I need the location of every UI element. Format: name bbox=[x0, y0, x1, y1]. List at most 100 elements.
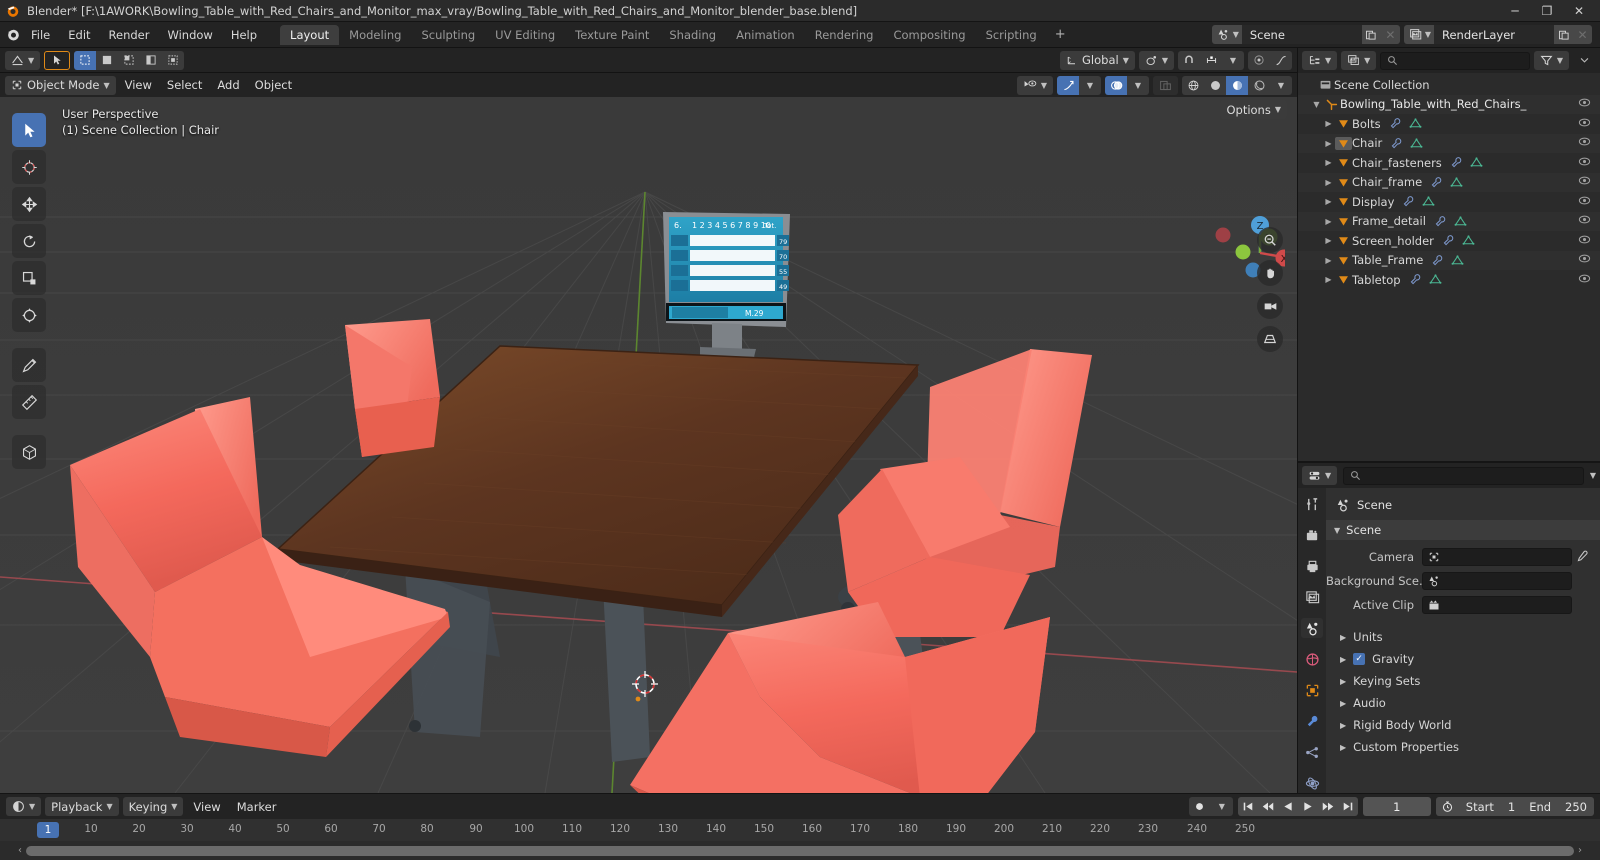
outliner-search-input[interactable] bbox=[1380, 51, 1530, 70]
close-button[interactable]: ✕ bbox=[1564, 1, 1594, 21]
current-frame-field[interactable]: 1 bbox=[1362, 797, 1431, 816]
outliner-row-screen-holder[interactable]: ▶ Screen_holder bbox=[1298, 231, 1600, 251]
tab-animation[interactable]: Animation bbox=[726, 25, 805, 45]
transform-orientation-button[interactable]: Global ▼ bbox=[1060, 50, 1135, 70]
zoom-icon[interactable] bbox=[1257, 227, 1283, 253]
tab-scene[interactable] bbox=[1301, 618, 1323, 638]
viewport-menu-add[interactable]: Add bbox=[211, 76, 245, 95]
expand-icon[interactable]: ▶ bbox=[1322, 217, 1335, 226]
scroll-left-icon[interactable]: ‹ bbox=[14, 845, 26, 856]
playhead[interactable]: 1 bbox=[37, 822, 59, 838]
rendered-shading-icon[interactable] bbox=[1248, 75, 1270, 95]
active-clip-field[interactable] bbox=[1422, 595, 1572, 614]
proportional-edit-icon[interactable] bbox=[1248, 50, 1270, 70]
shading-mode-group[interactable]: ▼ bbox=[1182, 75, 1292, 95]
gizmo-icon[interactable] bbox=[1057, 75, 1079, 95]
visibility-eye-icon[interactable] bbox=[1578, 253, 1591, 267]
start-frame-field[interactable]: Start 1 bbox=[1458, 797, 1523, 816]
jump-to-start-button[interactable] bbox=[1237, 797, 1258, 816]
expand-icon[interactable]: ▶ bbox=[1322, 139, 1335, 148]
tab-object[interactable] bbox=[1301, 680, 1323, 700]
chevron-down-icon[interactable]: ▼ bbox=[1127, 75, 1149, 95]
tab-world[interactable] bbox=[1301, 649, 1323, 669]
outliner-row-root-object[interactable]: ▼ Bowling_Table_with_Red_Chairs_ bbox=[1298, 94, 1600, 114]
tool-measure[interactable] bbox=[12, 385, 46, 419]
jump-to-end-button[interactable] bbox=[1337, 797, 1358, 816]
eyedropper-icon[interactable] bbox=[1572, 550, 1592, 563]
viewport-menu-object[interactable]: Object bbox=[249, 76, 298, 95]
accordion-audio[interactable]: ▶ Audio bbox=[1326, 692, 1600, 714]
wireframe-shading-icon[interactable] bbox=[1182, 75, 1204, 95]
tool-scale[interactable] bbox=[12, 261, 46, 295]
menu-window[interactable]: Window bbox=[158, 22, 221, 47]
visibility-button[interactable]: ▼ bbox=[1016, 75, 1053, 95]
collapse-icon[interactable]: ▼ bbox=[1310, 100, 1323, 109]
snapping-group[interactable]: ▼ bbox=[1178, 50, 1244, 70]
expand-icon[interactable]: ▶ bbox=[1322, 197, 1335, 206]
toggle-perspective-icon[interactable] bbox=[1257, 326, 1283, 352]
new-viewlayer-button[interactable] bbox=[1554, 25, 1573, 44]
chevron-down-icon[interactable]: ▼ bbox=[1079, 75, 1101, 95]
properties-editor-type-button[interactable]: ▼ bbox=[1302, 466, 1338, 485]
timeline-scrollbar[interactable] bbox=[26, 845, 1574, 856]
timeline-menu-marker[interactable]: Marker bbox=[231, 797, 283, 816]
falloff-curve-icon[interactable] bbox=[1270, 50, 1292, 70]
use-preview-range-button[interactable] bbox=[1435, 797, 1459, 816]
scene-selector[interactable]: ▼ Scene ✕ bbox=[1211, 25, 1400, 44]
gizmo-group[interactable]: ▼ bbox=[1057, 75, 1101, 95]
pan-hand-icon[interactable] bbox=[1257, 260, 1283, 286]
select-mode-group[interactable] bbox=[74, 50, 185, 70]
cursor-tool-button[interactable] bbox=[44, 50, 71, 70]
outliner-row-chair[interactable]: ▶ Chair bbox=[1298, 133, 1600, 153]
overlays-group[interactable]: ▼ bbox=[1105, 75, 1149, 95]
chevron-down-icon[interactable]: ▼ bbox=[1270, 75, 1292, 95]
add-workspace-button[interactable]: + bbox=[1047, 27, 1074, 42]
end-frame-field[interactable]: End 250 bbox=[1522, 797, 1594, 816]
outliner-row-tabletop[interactable]: ▶ Tabletop bbox=[1298, 270, 1600, 290]
background-scene-field[interactable] bbox=[1422, 571, 1572, 590]
accordion-custom-properties[interactable]: ▶ Custom Properties bbox=[1326, 736, 1600, 758]
visibility-eye-icon[interactable] bbox=[1578, 214, 1591, 228]
next-keyframe-button[interactable] bbox=[1317, 797, 1338, 816]
scroll-right-icon[interactable]: › bbox=[1574, 845, 1586, 856]
tab-render[interactable] bbox=[1301, 525, 1323, 545]
select-set-icon[interactable] bbox=[74, 50, 97, 70]
solid-shading-icon[interactable] bbox=[1204, 75, 1226, 95]
visibility-eye-icon[interactable] bbox=[1578, 273, 1591, 287]
outliner-row-display[interactable]: ▶ Display bbox=[1298, 192, 1600, 212]
outliner-row-bolts[interactable]: ▶ Bolts bbox=[1298, 114, 1600, 134]
expand-icon[interactable]: ▶ bbox=[1322, 158, 1335, 167]
overlays-icon[interactable] bbox=[1105, 75, 1127, 95]
3d-viewport[interactable]: 6. 1 2 3 4 5 6 7 8 9 10 Tot. 79 70 55 49 M… bbox=[0, 97, 1297, 793]
tool-move[interactable] bbox=[12, 187, 46, 221]
maximize-button[interactable]: ❐ bbox=[1532, 1, 1562, 21]
timeline-ruler[interactable]: 1 10 20 30 40 50 60 70 80 90 100 110 120… bbox=[0, 819, 1600, 841]
viewport-menu-view[interactable]: View bbox=[119, 76, 158, 95]
chevron-down-icon[interactable]: ▼ bbox=[1210, 797, 1233, 816]
record-icon[interactable] bbox=[1188, 797, 1211, 816]
tab-layout[interactable]: Layout bbox=[280, 24, 340, 45]
expand-icon[interactable]: ▶ bbox=[1322, 178, 1335, 187]
viewport-menu-select[interactable]: Select bbox=[161, 76, 208, 95]
accordion-keying-sets[interactable]: ▶ Keying Sets bbox=[1326, 670, 1600, 692]
tab-rendering[interactable]: Rendering bbox=[805, 25, 884, 45]
visibility-eye-icon[interactable] bbox=[1578, 97, 1591, 111]
tab-modifiers[interactable] bbox=[1301, 711, 1323, 731]
editor-type-button[interactable]: ▼ bbox=[5, 50, 41, 70]
tab-physics[interactable] bbox=[1301, 773, 1323, 793]
tool-annotate[interactable] bbox=[12, 348, 46, 382]
keying-menu-button[interactable]: Keying ▼ bbox=[122, 797, 184, 816]
tab-scripting[interactable]: Scripting bbox=[976, 25, 1047, 45]
timeline-menu-view[interactable]: View bbox=[187, 797, 226, 816]
previous-keyframe-button[interactable] bbox=[1257, 797, 1278, 816]
options-button[interactable]: Options ▼ bbox=[1220, 100, 1287, 119]
xray-toggle-button[interactable] bbox=[1153, 75, 1178, 95]
snap-target-icon[interactable] bbox=[1200, 50, 1222, 70]
visibility-eye-icon[interactable] bbox=[1578, 175, 1591, 189]
properties-search-input[interactable] bbox=[1343, 466, 1584, 485]
tab-particles[interactable] bbox=[1301, 742, 1323, 762]
tab-output[interactable] bbox=[1301, 556, 1323, 576]
select-extend-icon[interactable] bbox=[96, 50, 119, 70]
tab-modeling[interactable]: Modeling bbox=[339, 25, 411, 45]
visibility-eye-icon[interactable] bbox=[1578, 117, 1591, 131]
